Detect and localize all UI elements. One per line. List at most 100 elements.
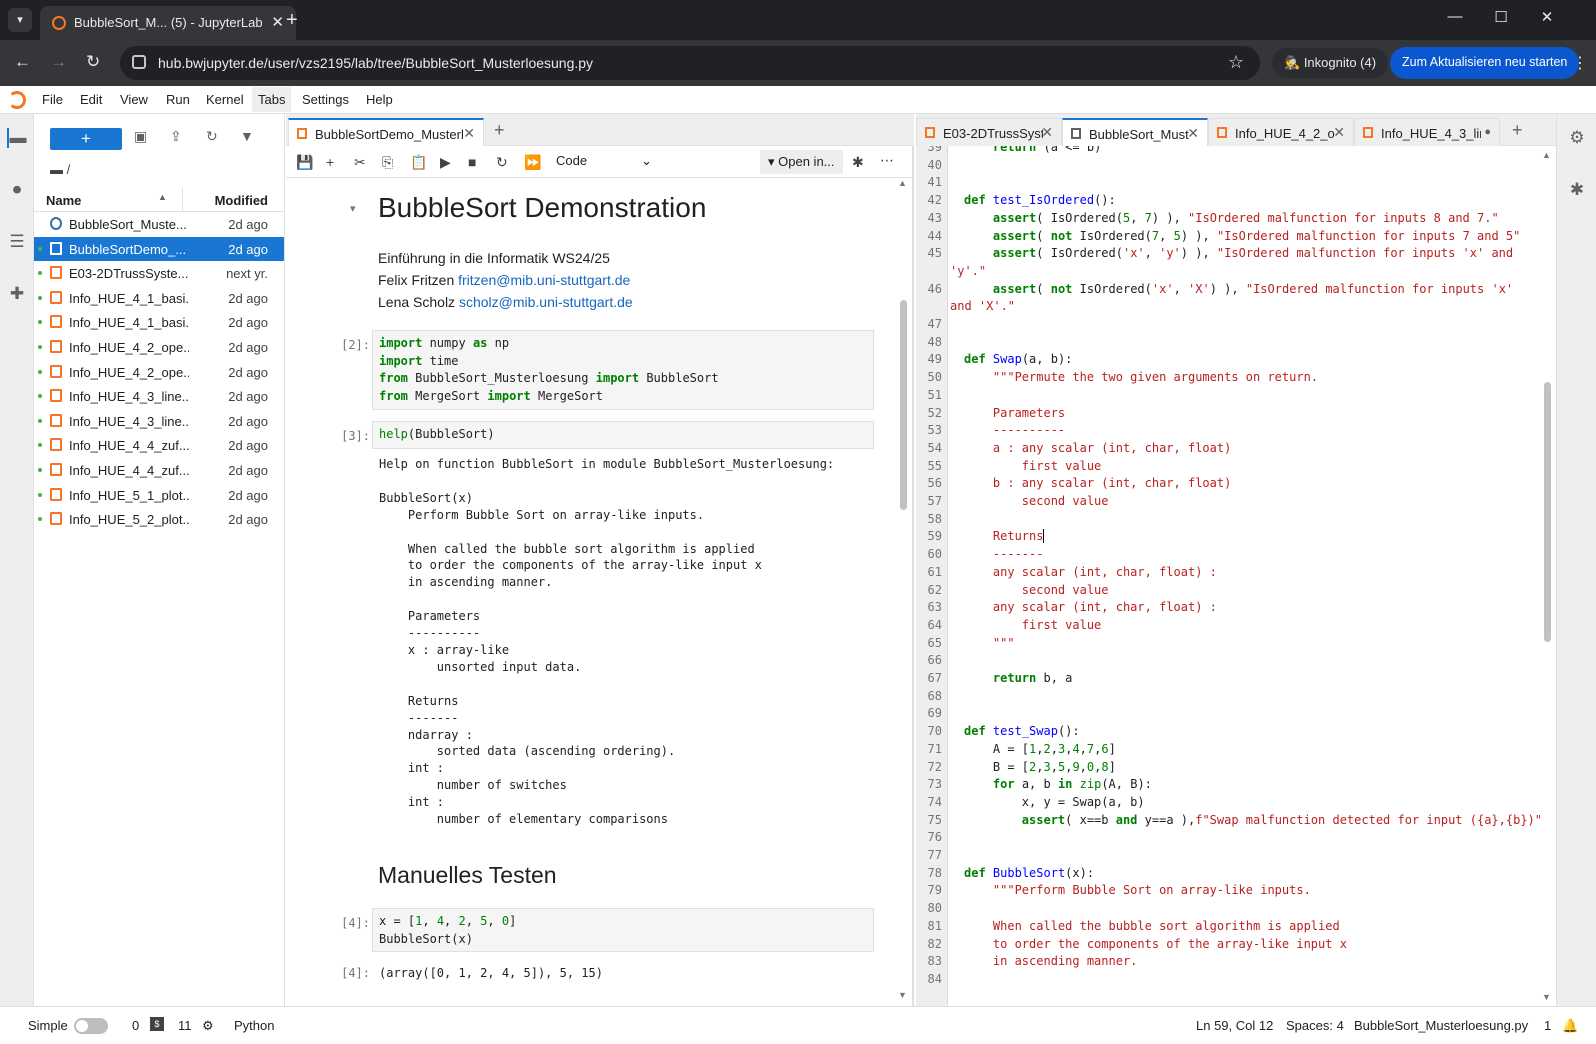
code-line[interactable]: assert( IsOrdered(5, 7) ), "IsOrdered ma… [964,211,1499,225]
bookmark-star-icon[interactable]: ☆ [1228,52,1244,73]
code-line[interactable]: b : any scalar (int, char, float) [964,476,1231,490]
tab-truss[interactable]: E03-2DTrussSyste ✕ [916,118,1062,146]
email-link-2[interactable]: scholz@mib.uni-stuttgart.de [459,294,633,310]
file-row[interactable]: BubbleSort_Muste... 2d ago [34,212,284,236]
scroll-up-icon[interactable]: ▲ [1542,150,1551,160]
unsaved-dot-icon[interactable]: ● [1484,126,1491,138]
extension-icon[interactable]: ✚ [7,284,27,304]
file-row[interactable]: Info_HUE_4_2_ope... 2d ago [34,335,284,359]
tab-hue-4-3[interactable]: Info_HUE_4_3_line ● [1354,118,1500,146]
menu-view[interactable]: View [120,92,148,107]
indent-setting[interactable]: Spaces: 4 [1286,1018,1344,1033]
property-inspector-icon[interactable]: ⚙ [1567,128,1587,148]
code-line-wrap[interactable]: and 'X'." [950,299,1015,313]
add-tab-icon[interactable]: + [494,120,505,141]
file-row[interactable]: Info_HUE_5_1_plot... 2d ago [34,483,284,507]
code-cell-test[interactable]: x = [1, 4, 2, 5, 0] BubbleSort(x) [372,908,874,952]
code-line[interactable]: in ascending manner. [964,954,1138,968]
run-icon[interactable]: ▶ [440,154,451,171]
code-cell-help[interactable]: help(BubbleSort) [372,421,874,449]
reload-icon[interactable]: ↻ [86,52,100,72]
code-cell-imports[interactable]: import numpy as np import time from Bubb… [372,330,874,410]
omnibox[interactable]: hub.bwjupyter.de/user/vzs2195/lab/tree/B… [120,46,1260,80]
code-line[interactable]: def Swap(a, b): [964,352,1072,366]
code-line[interactable]: Parameters [964,406,1065,420]
collapse-icon[interactable]: ▾ [350,202,356,215]
tab-search-icon[interactable]: ▾ [8,8,32,32]
close-icon[interactable]: ✕ [1187,125,1199,142]
file-row[interactable]: Info_HUE_5_2_plot... 2d ago [34,507,284,531]
add-tab-icon[interactable]: + [1512,120,1523,141]
file-row[interactable]: Info_HUE_4_4_zuf... 2d ago [34,458,284,482]
toc-icon[interactable]: ☰ [7,232,27,252]
code-line[interactable]: ---------- [964,423,1065,437]
notebook-scrollbar[interactable]: ▲ ▼ [896,178,910,1004]
code-line[interactable]: When called the bubble sort algorithm is… [964,919,1340,933]
menu-tabs[interactable]: Tabs [252,87,292,112]
save-icon[interactable]: 💾 [296,154,313,171]
code-line[interactable]: x, y = Swap(a, b) [964,795,1145,809]
new-folder-icon[interactable]: ▣ [134,128,147,145]
code-line[interactable]: any scalar (int, char, float) : [964,600,1217,614]
filter-icon[interactable]: ▼ [240,128,254,144]
breadcrumb[interactable]: ▬ / [50,162,70,177]
code-line[interactable]: a : any scalar (int, char, float) [964,441,1231,455]
close-tab-icon[interactable]: ✕ [271,13,284,31]
code-line[interactable]: for a, b in zip(A, B): [964,777,1152,791]
menu-help[interactable]: Help [366,92,393,107]
scrollbar-thumb[interactable] [1544,382,1551,642]
file-row[interactable]: E03-2DTrussSyste... next yr. [34,261,284,285]
menu-run[interactable]: Run [166,92,190,107]
code-editor[interactable]: 39 40 41 42 43 44 45 46 47 48 49 50 51 52 53 54 55 56 57 58… [916,146,1540,1006]
code-line[interactable]: def test_Swap(): [964,724,1080,738]
browser-menu-icon[interactable]: ⋮ [1572,53,1588,73]
scroll-up-icon[interactable]: ▲ [898,178,907,188]
maximize-icon[interactable]: ☐ [1486,8,1516,26]
site-settings-icon[interactable] [132,55,146,69]
menu-file[interactable]: File [42,92,63,107]
folder-icon[interactable]: ▬ [7,128,27,148]
code-line[interactable]: """Permute the two given arguments on re… [964,370,1318,384]
close-icon[interactable]: ✕ [1041,124,1053,141]
cell-type-select[interactable]: Code ⌄ [556,153,652,169]
insert-cell-icon[interactable]: + [326,154,334,170]
restart-icon[interactable]: ↻ [496,154,508,171]
breadcrumb-root[interactable]: / [67,162,71,177]
code-line[interactable]: def test_IsOrdered(): [964,193,1116,207]
refresh-icon[interactable]: ↻ [206,128,218,145]
cut-icon[interactable]: ✂ [354,154,366,171]
code-line[interactable]: A = [1,2,3,4,7,6] [964,742,1116,756]
scrollbar-thumb[interactable] [900,300,907,510]
sort-up-icon[interactable]: ▲ [158,192,167,202]
code-line[interactable]: """Perform Bubble Sort on array-like inp… [964,883,1311,897]
code-line[interactable]: B = [2,3,5,9,0,8] [964,760,1116,774]
tab-bubblesort-py[interactable]: BubbleSort_Must ✕ [1062,118,1208,146]
debugger-icon[interactable]: ✱ [1567,180,1587,200]
code-line[interactable]: assert( x==b and y==a ),f"Swap malfuncti… [964,813,1540,827]
file-row[interactable]: BubbleSortDemo_... 2d ago [34,236,284,261]
file-row[interactable]: Info_HUE_4_4_zuf... 2d ago [34,433,284,457]
code-line[interactable]: to order the components of the array-lik… [964,937,1347,951]
code-line[interactable]: first value [964,618,1101,632]
relaunch-button[interactable]: Zum Aktualisieren neu starten [1390,47,1580,79]
copy-icon[interactable]: ⎘ [382,154,393,171]
code-line[interactable]: return b, a [964,671,1072,685]
fast-forward-icon[interactable]: ⏩ [524,154,541,171]
code-line[interactable]: """ [964,636,1015,650]
close-window-icon[interactable]: ✕ [1532,8,1562,26]
browser-tab-active[interactable]: BubbleSort_M... (5) - JupyterLab ✕ [40,6,296,40]
code-line[interactable]: def BubbleSort(x): [964,866,1094,880]
menu-kernel[interactable]: Kernel [206,92,244,107]
terminal-count[interactable]: 0 [132,1018,139,1033]
code-line[interactable]: assert( not IsOrdered(7, 5) ), "IsOrdere… [964,229,1520,243]
file-row[interactable]: Info_HUE_4_2_ope... 2d ago [34,360,284,384]
notification-count[interactable]: 1 [1544,1018,1551,1033]
more-icon[interactable]: ⋯ [880,152,894,169]
minimize-icon[interactable]: — [1440,8,1470,25]
code-line[interactable]: any scalar (int, char, float) : [964,565,1217,579]
menu-settings[interactable]: Settings [302,92,349,107]
email-link-1[interactable]: fritzen@mib.uni-stuttgart.de [458,272,630,288]
incognito-badge[interactable]: 🕵 Inkognito (4) [1272,48,1389,78]
column-modified[interactable]: Modified [215,193,268,208]
stop-icon[interactable]: ■ [468,154,476,170]
